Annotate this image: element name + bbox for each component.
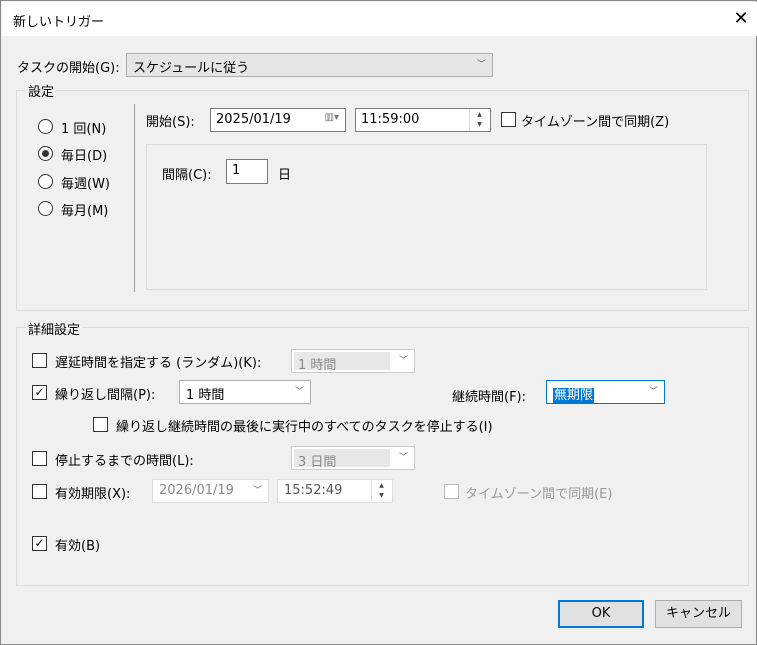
duration-label: 継続時間(F): xyxy=(452,390,527,405)
radio-daily-label: 毎日(D) xyxy=(61,149,108,164)
cancel-button[interactable]: キャンセル xyxy=(655,600,742,628)
chevron-down-icon: ﹀ xyxy=(476,60,486,70)
start-date-value: 2025/01/19 xyxy=(216,112,291,127)
task-start-label: タスクの開始(G): xyxy=(17,61,120,76)
task-start-combo[interactable]: スケジュールに従う ﹀ xyxy=(126,53,493,77)
radio-daily[interactable] xyxy=(38,146,53,161)
repeat-value: 1 時間 xyxy=(186,388,225,403)
enabled-label: 有効(B) xyxy=(55,539,101,554)
radio-weekly-label: 毎週(W) xyxy=(61,177,110,192)
sync-tz-checkbox[interactable] xyxy=(501,112,516,127)
chevron-down-icon: ﹀ xyxy=(648,387,658,397)
dialog-window: 新しいトリガー ✕ タスクの開始(G): スケジュールに従う ﹀ 設定 1 回(N… xyxy=(0,0,757,645)
stop-after-checkbox[interactable] xyxy=(32,451,47,466)
stop-after-value: 3 日間 xyxy=(294,449,390,470)
stop-after-label: 停止するまでの時間(L): xyxy=(55,454,194,469)
separator xyxy=(134,104,135,292)
repeat-label: 繰り返し間隔(P): xyxy=(55,388,156,403)
expire-sync-tz-checkbox[interactable] xyxy=(444,484,459,499)
expire-time-value: 15:52:49 xyxy=(284,483,343,498)
expire-label: 有効期限(X): xyxy=(55,487,131,502)
chevron-down-icon: ﹀ xyxy=(398,356,408,366)
enabled-checkbox[interactable]: ✓ xyxy=(32,536,47,551)
radio-weekly[interactable] xyxy=(38,174,53,189)
calendar-icon[interactable]: ▥▾ xyxy=(325,112,339,123)
repeat-combo[interactable]: 1 時間 ﹀ xyxy=(179,380,311,404)
radio-monthly[interactable] xyxy=(38,201,53,216)
close-icon[interactable]: ✕ xyxy=(730,8,752,29)
expire-date-value: 2026/01/19 xyxy=(159,483,234,498)
title-bar: 新しいトリガー ✕ xyxy=(2,2,757,36)
delay-value: 1 時間 xyxy=(294,352,390,373)
duration-value: 無期限 xyxy=(553,388,595,403)
radio-once-label: 1 回(N) xyxy=(61,122,107,137)
interval-input[interactable]: 1 xyxy=(226,159,268,184)
expire-sync-tz-label: タイムゾーン間で同期(E) xyxy=(465,487,613,502)
delay-label: 遅延時間を指定する (ランダム)(K): xyxy=(55,356,262,371)
expire-date-picker[interactable]: 2026/01/19 ﹀ xyxy=(152,479,269,503)
start-label: 開始(S): xyxy=(146,115,195,130)
delay-combo[interactable]: 1 時間 ﹀ xyxy=(291,349,415,373)
repeat-checkbox[interactable]: ✓ xyxy=(32,385,47,400)
stop-at-end-label: 繰り返し継続時間の最後に実行中のすべてのタスクを停止する(I) xyxy=(116,420,493,435)
dialog-title: 新しいトリガー xyxy=(13,15,105,30)
interval-unit: 日 xyxy=(278,168,292,183)
stop-after-combo[interactable]: 3 日間 ﹀ xyxy=(291,446,415,470)
time-spinner[interactable]: ▲ ▼ xyxy=(371,481,391,501)
chevron-down-icon: ﹀ xyxy=(252,486,262,496)
start-time-input[interactable]: 11:59:00 ▲ ▼ xyxy=(355,108,491,132)
chevron-down-icon: ﹀ xyxy=(398,453,408,463)
expire-time-input[interactable]: 15:52:49 ▲ ▼ xyxy=(277,479,393,503)
expire-checkbox[interactable] xyxy=(32,484,47,499)
duration-combo[interactable]: 無期限 ﹀ xyxy=(546,380,665,404)
interval-value: 1 xyxy=(232,163,241,178)
interval-label: 間隔(C): xyxy=(162,168,212,183)
time-spinner[interactable]: ▲ ▼ xyxy=(469,110,489,130)
ok-button[interactable]: OK xyxy=(558,600,644,628)
settings-legend: 設定 xyxy=(26,81,57,100)
advanced-legend: 詳細設定 xyxy=(26,319,83,338)
task-start-value: スケジュールに従う xyxy=(133,61,250,76)
radio-once[interactable] xyxy=(38,119,53,134)
chevron-down-icon: ﹀ xyxy=(294,387,304,397)
start-date-picker[interactable]: 2025/01/19 ▥▾ xyxy=(210,108,346,132)
radio-monthly-label: 毎月(M) xyxy=(61,204,109,219)
start-time-value: 11:59:00 xyxy=(361,112,420,127)
stop-at-end-checkbox[interactable] xyxy=(93,417,108,432)
delay-checkbox[interactable] xyxy=(32,353,47,368)
sync-tz-label: タイムゾーン間で同期(Z) xyxy=(521,115,670,130)
